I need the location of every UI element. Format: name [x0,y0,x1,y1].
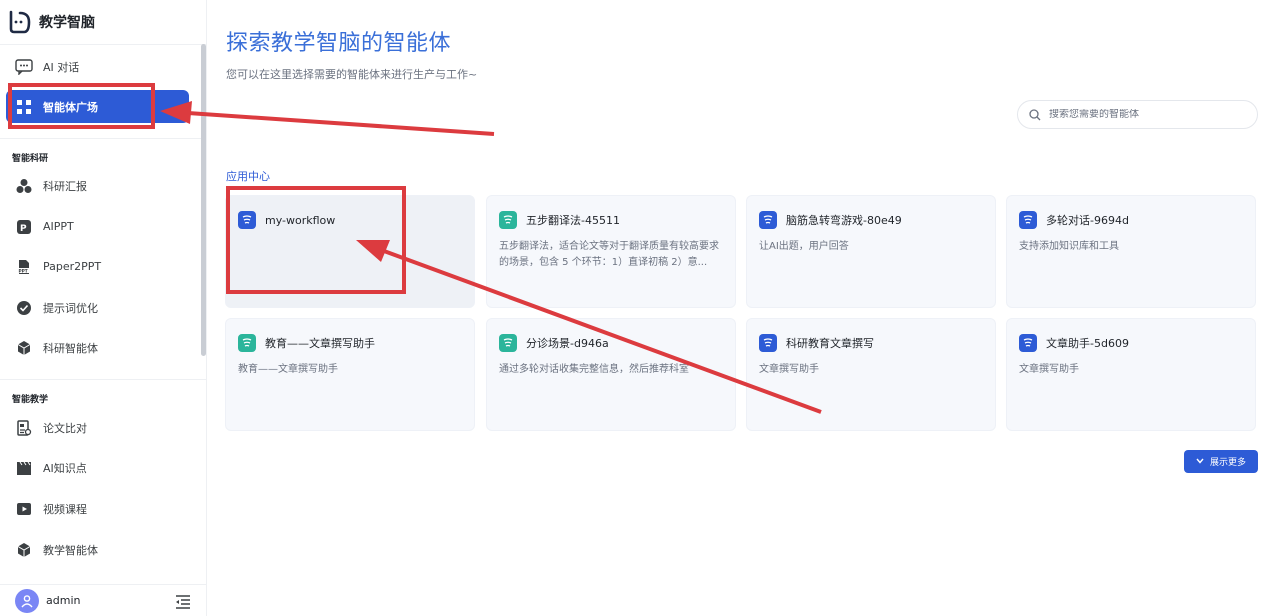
annotation-arrows [160,101,822,414]
annotation-arrow [160,101,495,136]
annotation-arrow [356,240,822,414]
